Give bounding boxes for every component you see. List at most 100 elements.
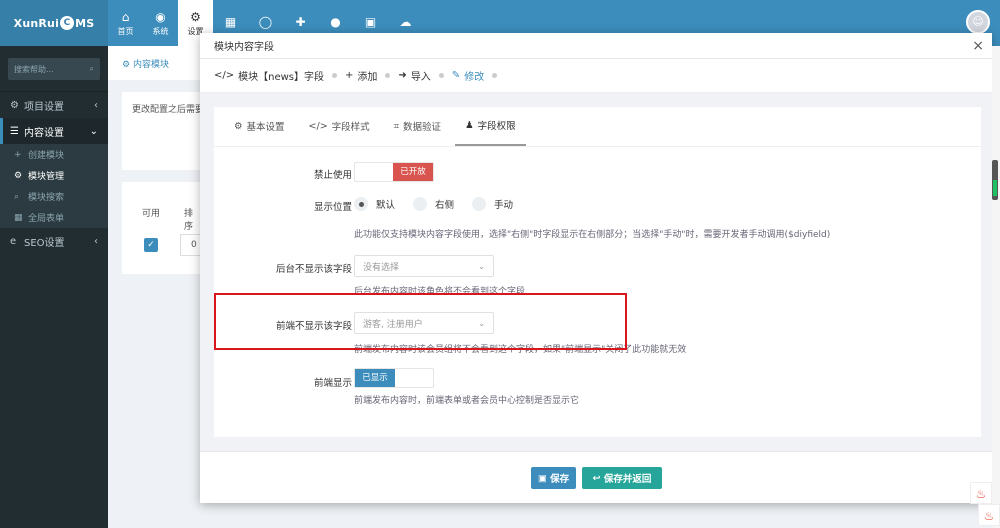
cloud-icon: ☁ [399, 15, 412, 29]
radio-circle[interactable] [413, 197, 428, 211]
tab-3[interactable]: ♟ 字段权限 [455, 106, 526, 146]
plus-icon: + [345, 70, 354, 81]
tab-label: 字段样式 [331, 122, 370, 133]
submenu-item-1[interactable]: ⚙ 模块管理 [0, 165, 108, 186]
page-scrollbar[interactable] [992, 46, 1000, 528]
disable-toggle[interactable]: 已开放 [354, 162, 434, 182]
breadcrumb-label: 添加 [357, 72, 378, 83]
module-table: 可用 排序 ✓ 0 [122, 182, 202, 274]
edit-icon: ✎ [451, 70, 461, 81]
user-icon: ♟ [465, 119, 474, 131]
modal-title: 模块内容字段 [214, 42, 274, 53]
user-icon: ● [330, 15, 341, 29]
avatar[interactable]: ☺ [966, 10, 990, 34]
radio-label: 默认 [376, 200, 396, 211]
breadcrumb-label: 修改 [464, 72, 485, 83]
submenu-item-2[interactable]: ⌕ 模块搜索 [0, 186, 108, 207]
notice-text: 更改配置之后需要 [122, 92, 200, 170]
search-input[interactable]: 搜索帮助... ⌕ [8, 58, 100, 80]
modal-body: </> 模块【news】字段 + 添加 ➜ 导入 ✎ 修改 ⚙ 基本设置 </> 字段样式 ⌗ 数据验证… [200, 59, 992, 451]
submenu: + 创建模块 ⚙ 模块管理 ⌕ 模块搜索 ▦ 全局表单 [0, 144, 108, 228]
frontend-show-help: 前端发布内容时，前端表单或者会员中心控制是否显示它 [354, 396, 580, 406]
backend-hide-value: 没有选择 [363, 262, 400, 273]
search-placeholder: 搜索帮助... [14, 64, 54, 74]
home-icon: ⌂ [121, 9, 130, 24]
enabled-checkbox[interactable]: ✓ [144, 238, 158, 252]
save-and-return-button[interactable]: ↩ 保存并返回 [582, 467, 662, 489]
chevron-icon: ‹ [94, 99, 98, 111]
modal-header: 模块内容字段 × [200, 33, 992, 59]
radio-label: 右侧 [435, 200, 455, 211]
disable-toggle-state: 已开放 [393, 163, 433, 181]
code-icon: </> [214, 70, 235, 81]
logo[interactable]: XunRui C MS [0, 0, 108, 46]
submenu-label: 全局表单 [28, 214, 65, 224]
reply-icon: ↩ [592, 472, 604, 484]
breadcrumb-separator [385, 73, 391, 78]
position-radio-1[interactable]: 右侧 [413, 197, 454, 211]
tab-label: 字段权限 [477, 121, 516, 132]
breadcrumb-item-3[interactable]: ✎ 修改 [452, 68, 484, 83]
breadcrumb-item-1[interactable]: + 添加 [345, 68, 377, 83]
highlight-box [214, 293, 627, 350]
sidebar-item-0[interactable]: ⚙ 项目设置 ‹ [0, 92, 108, 118]
gears-icon: ⚙ [190, 9, 201, 24]
logo-text-left: XunRui [13, 16, 60, 30]
chevron-icon: ‹ [94, 235, 98, 247]
submenu-label: 模块搜索 [28, 193, 65, 203]
topnav-label: 系统 [152, 26, 169, 36]
sidebar-item-1[interactable]: ☰ 内容设置 ⌄ [0, 118, 108, 144]
cog-icon: ⚙ [234, 120, 243, 132]
chevron-icon: ⌄ [89, 125, 98, 137]
main-content: ⚙ 内容模块 更改配置之后需要 可用 排序 ✓ 0 [108, 46, 202, 528]
breadcrumb-label: 导入 [410, 72, 431, 83]
cog-icon: ⚙ [10, 99, 19, 111]
save-button[interactable]: ▣ 保存 [531, 467, 576, 489]
tab-1[interactable]: </> 字段样式 [299, 106, 380, 146]
plus-icon: + [14, 149, 22, 160]
list-icon: ☰ [10, 125, 19, 137]
tab-content-module[interactable]: ⚙ 内容模块 [108, 46, 200, 80]
close-icon[interactable]: × [972, 38, 984, 54]
frontend-show-label: 前端显示 [313, 378, 352, 389]
submenu-item-0[interactable]: + 创建模块 [0, 144, 108, 165]
puzzle-icon: ✚ [295, 15, 306, 29]
frontend-show-state: 已显示 [355, 369, 395, 387]
breadcrumb-item-0[interactable]: </> 模块【news】字段 [214, 68, 324, 83]
tab-label: 基本设置 [246, 122, 285, 133]
breadcrumb-separator [492, 73, 498, 78]
save-label: 保存 [550, 474, 570, 485]
topnav-item-1[interactable]: ◉ 系统 [143, 0, 178, 46]
position-radio-2[interactable]: 手动 [472, 197, 513, 211]
logo-text-right: MS [75, 16, 95, 30]
flame-icon-small[interactable]: ♨ [978, 504, 1000, 526]
tab-2[interactable]: ⌗ 数据验证 [384, 106, 451, 146]
breadcrumb: </> 模块【news】字段 + 添加 ➜ 导入 ✎ 修改 [200, 59, 992, 93]
save-icon: ▣ [537, 472, 551, 484]
sidebar-item-label: SEO设置 [24, 237, 65, 249]
submenu-item-3[interactable]: ▦ 全局表单 [0, 207, 108, 228]
sign-in-icon: ➜ [398, 70, 407, 81]
breadcrumb-separator [438, 73, 444, 78]
search-icon: ⌕ [14, 191, 20, 202]
grid-icon: ▦ [224, 15, 237, 29]
user-circle-icon: ◯ [258, 15, 273, 29]
table-icon: ▦ [14, 212, 23, 223]
search-icon[interactable]: ⌕ [90, 64, 94, 74]
position-radio-0[interactable]: 默认 [354, 197, 395, 211]
flame-icon[interactable]: ♨ [970, 482, 992, 504]
frontend-show-toggle[interactable]: 已显示 [354, 368, 434, 388]
sidebar-item-seo[interactable]: e SEO设置 ‹ [0, 228, 108, 254]
order-input[interactable]: 0 [180, 234, 202, 256]
radio-circle[interactable] [472, 197, 487, 211]
breadcrumb-item-2[interactable]: ➜ 导入 [398, 68, 430, 83]
column-enabled: 可用 [142, 209, 161, 219]
tab-0[interactable]: ⚙ 基本设置 [224, 106, 295, 146]
radio-circle[interactable] [354, 197, 368, 211]
topnav-item-0[interactable]: ⌂ 首页 [108, 0, 143, 46]
disable-label: 禁止使用 [313, 170, 352, 181]
breadcrumb-separator [332, 73, 338, 78]
html5-icon: ▣ [364, 15, 377, 29]
dashboard-icon: ◉ [155, 9, 166, 24]
backend-hide-select[interactable]: 没有选择 ⌄ [354, 255, 494, 277]
